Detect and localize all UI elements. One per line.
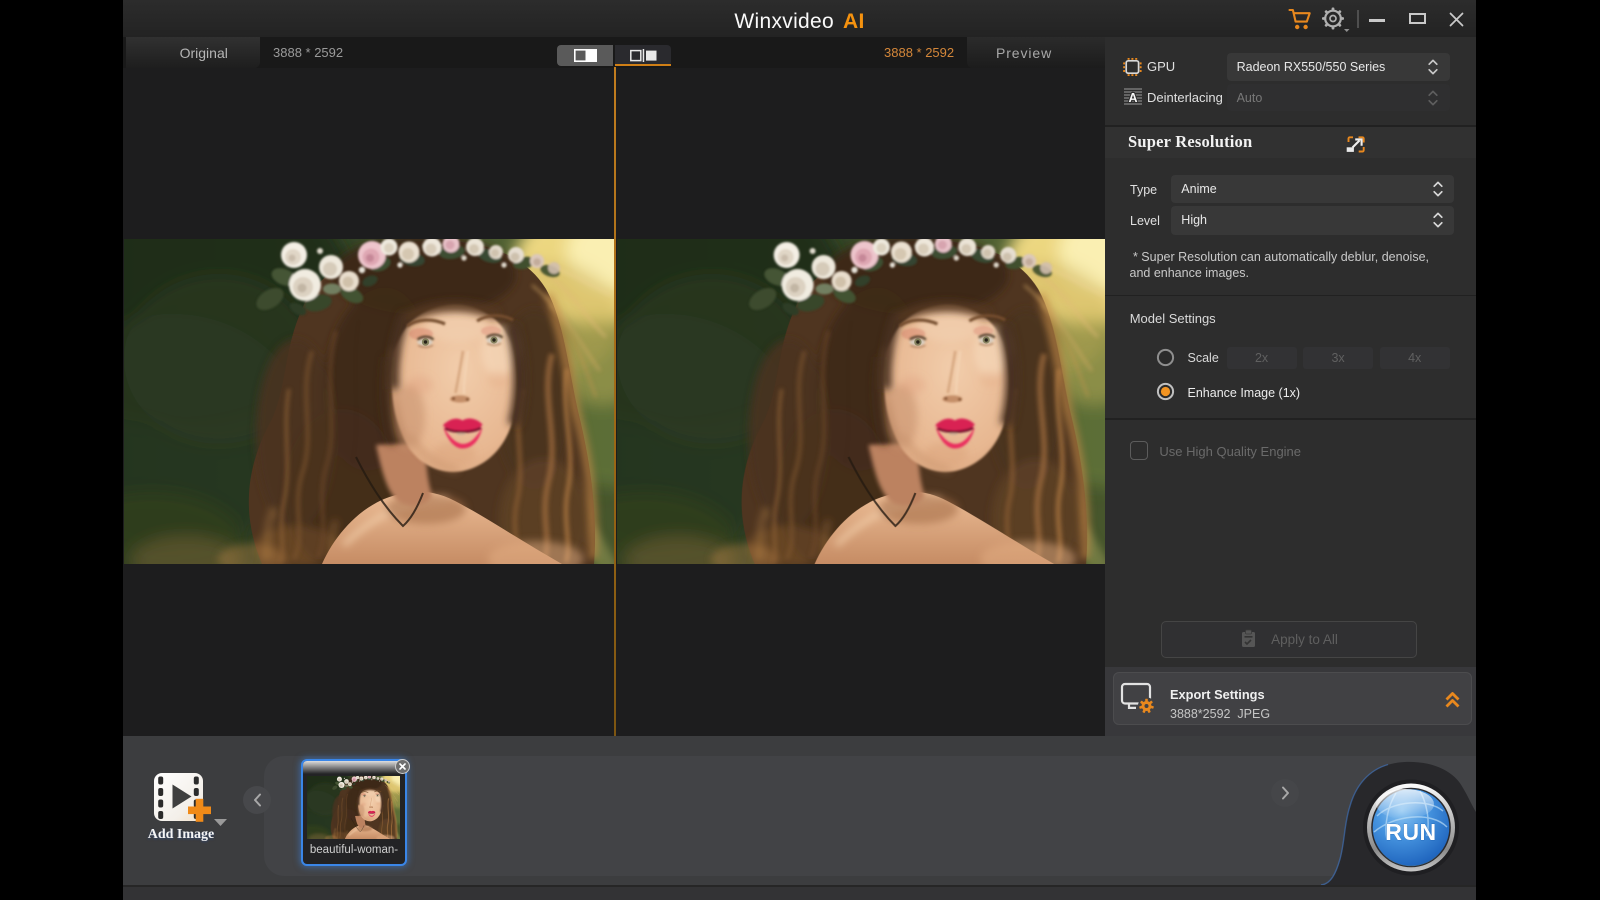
svg-text:RUN: RUN <box>1385 819 1436 845</box>
svg-text:A: A <box>1128 91 1137 105</box>
